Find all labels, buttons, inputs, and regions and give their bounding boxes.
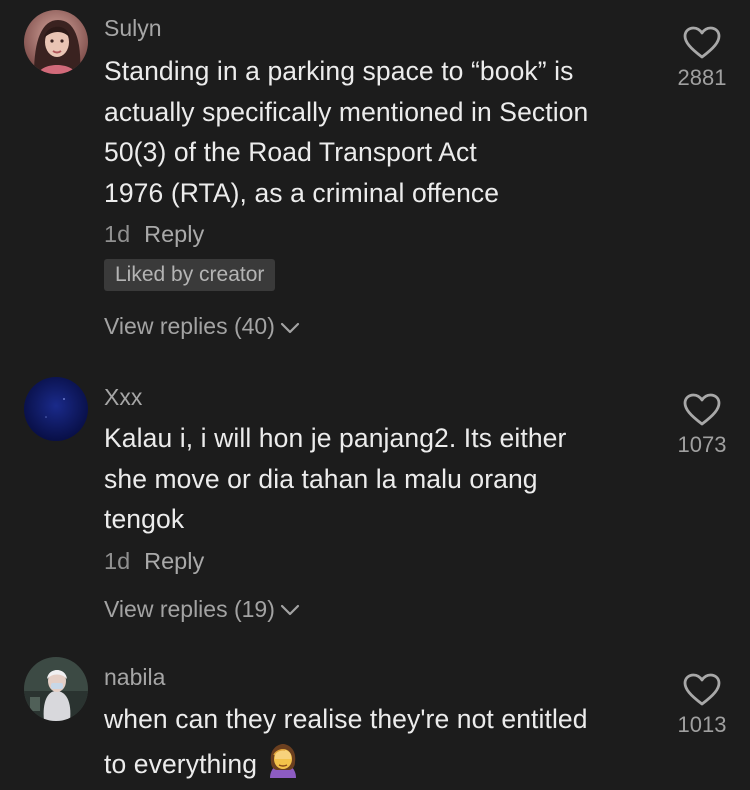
comment-text: when can they realise they're not entitl… [104,699,664,789]
comment-item: Sulyn Standing in a parking space to “bo… [0,0,750,365]
avatar[interactable] [24,657,88,721]
comment-meta: 1d Reply [104,219,664,249]
profile-photo-dark-blue-icon [24,377,88,441]
view-replies-label: View replies (40) [104,313,275,339]
comment-body: Xxx Kalau i, i will hon je panjang2. Its… [104,383,664,624]
comment-body: nabila when can they realise they're not… [104,663,664,789]
comment-time: 1d [104,221,131,247]
comments-list: Sulyn Standing in a parking space to “bo… [0,0,750,790]
like-count: 2881 [677,65,727,90]
profile-photo-person-icon [24,657,88,721]
view-replies-button[interactable]: View replies (19) [104,594,664,624]
comment-text: Kalau i, i will hon je panjang2. Its eit… [104,423,567,534]
reply-button[interactable]: Reply [144,221,204,247]
comment-text-line: to everything [104,748,258,779]
avatar[interactable] [24,10,88,74]
heart-icon [683,393,721,426]
like-count: 1073 [677,432,727,457]
like-button[interactable]: 1073 [662,393,742,459]
comment-meta: 1d Reply [104,546,664,576]
comment-time: 1d [104,547,131,574]
comment-item: Xxx Kalau i, i will hon je panjang2. Its… [0,365,750,645]
comment-text-line: when can they realise they're not entitl… [104,704,588,734]
comment-item: nabila when can they realise they're not… [0,645,750,790]
chevron-down-icon [280,322,299,334]
chevron-down-icon [280,605,299,616]
comment-body: Sulyn Standing in a parking space to “bo… [104,14,664,341]
liked-by-creator-badge: Liked by creator [104,259,276,291]
like-button[interactable]: 1013 [662,673,742,739]
comment-text: Standing in a parking space to “book” is… [104,56,589,208]
face-palm-woman-emoji-icon [265,742,301,790]
view-replies-label: View replies (19) [104,595,275,622]
username-text: nabila [104,664,166,690]
like-button[interactable]: 2881 [662,26,742,92]
like-count: 1013 [677,712,727,737]
username[interactable]: Xxx [104,383,664,411]
comment-text-line-2: to everything [104,742,664,790]
reply-button[interactable]: Reply [144,548,204,574]
heart-icon [683,26,721,59]
username[interactable]: nabila [104,663,664,691]
heart-icon [683,673,721,706]
username[interactable]: Sulyn [104,14,664,42]
profile-photo-woman-icon [24,10,88,74]
view-replies-button[interactable]: View replies (40) [104,311,664,341]
avatar[interactable] [24,377,88,441]
badge-row: Liked by creator [104,259,664,291]
